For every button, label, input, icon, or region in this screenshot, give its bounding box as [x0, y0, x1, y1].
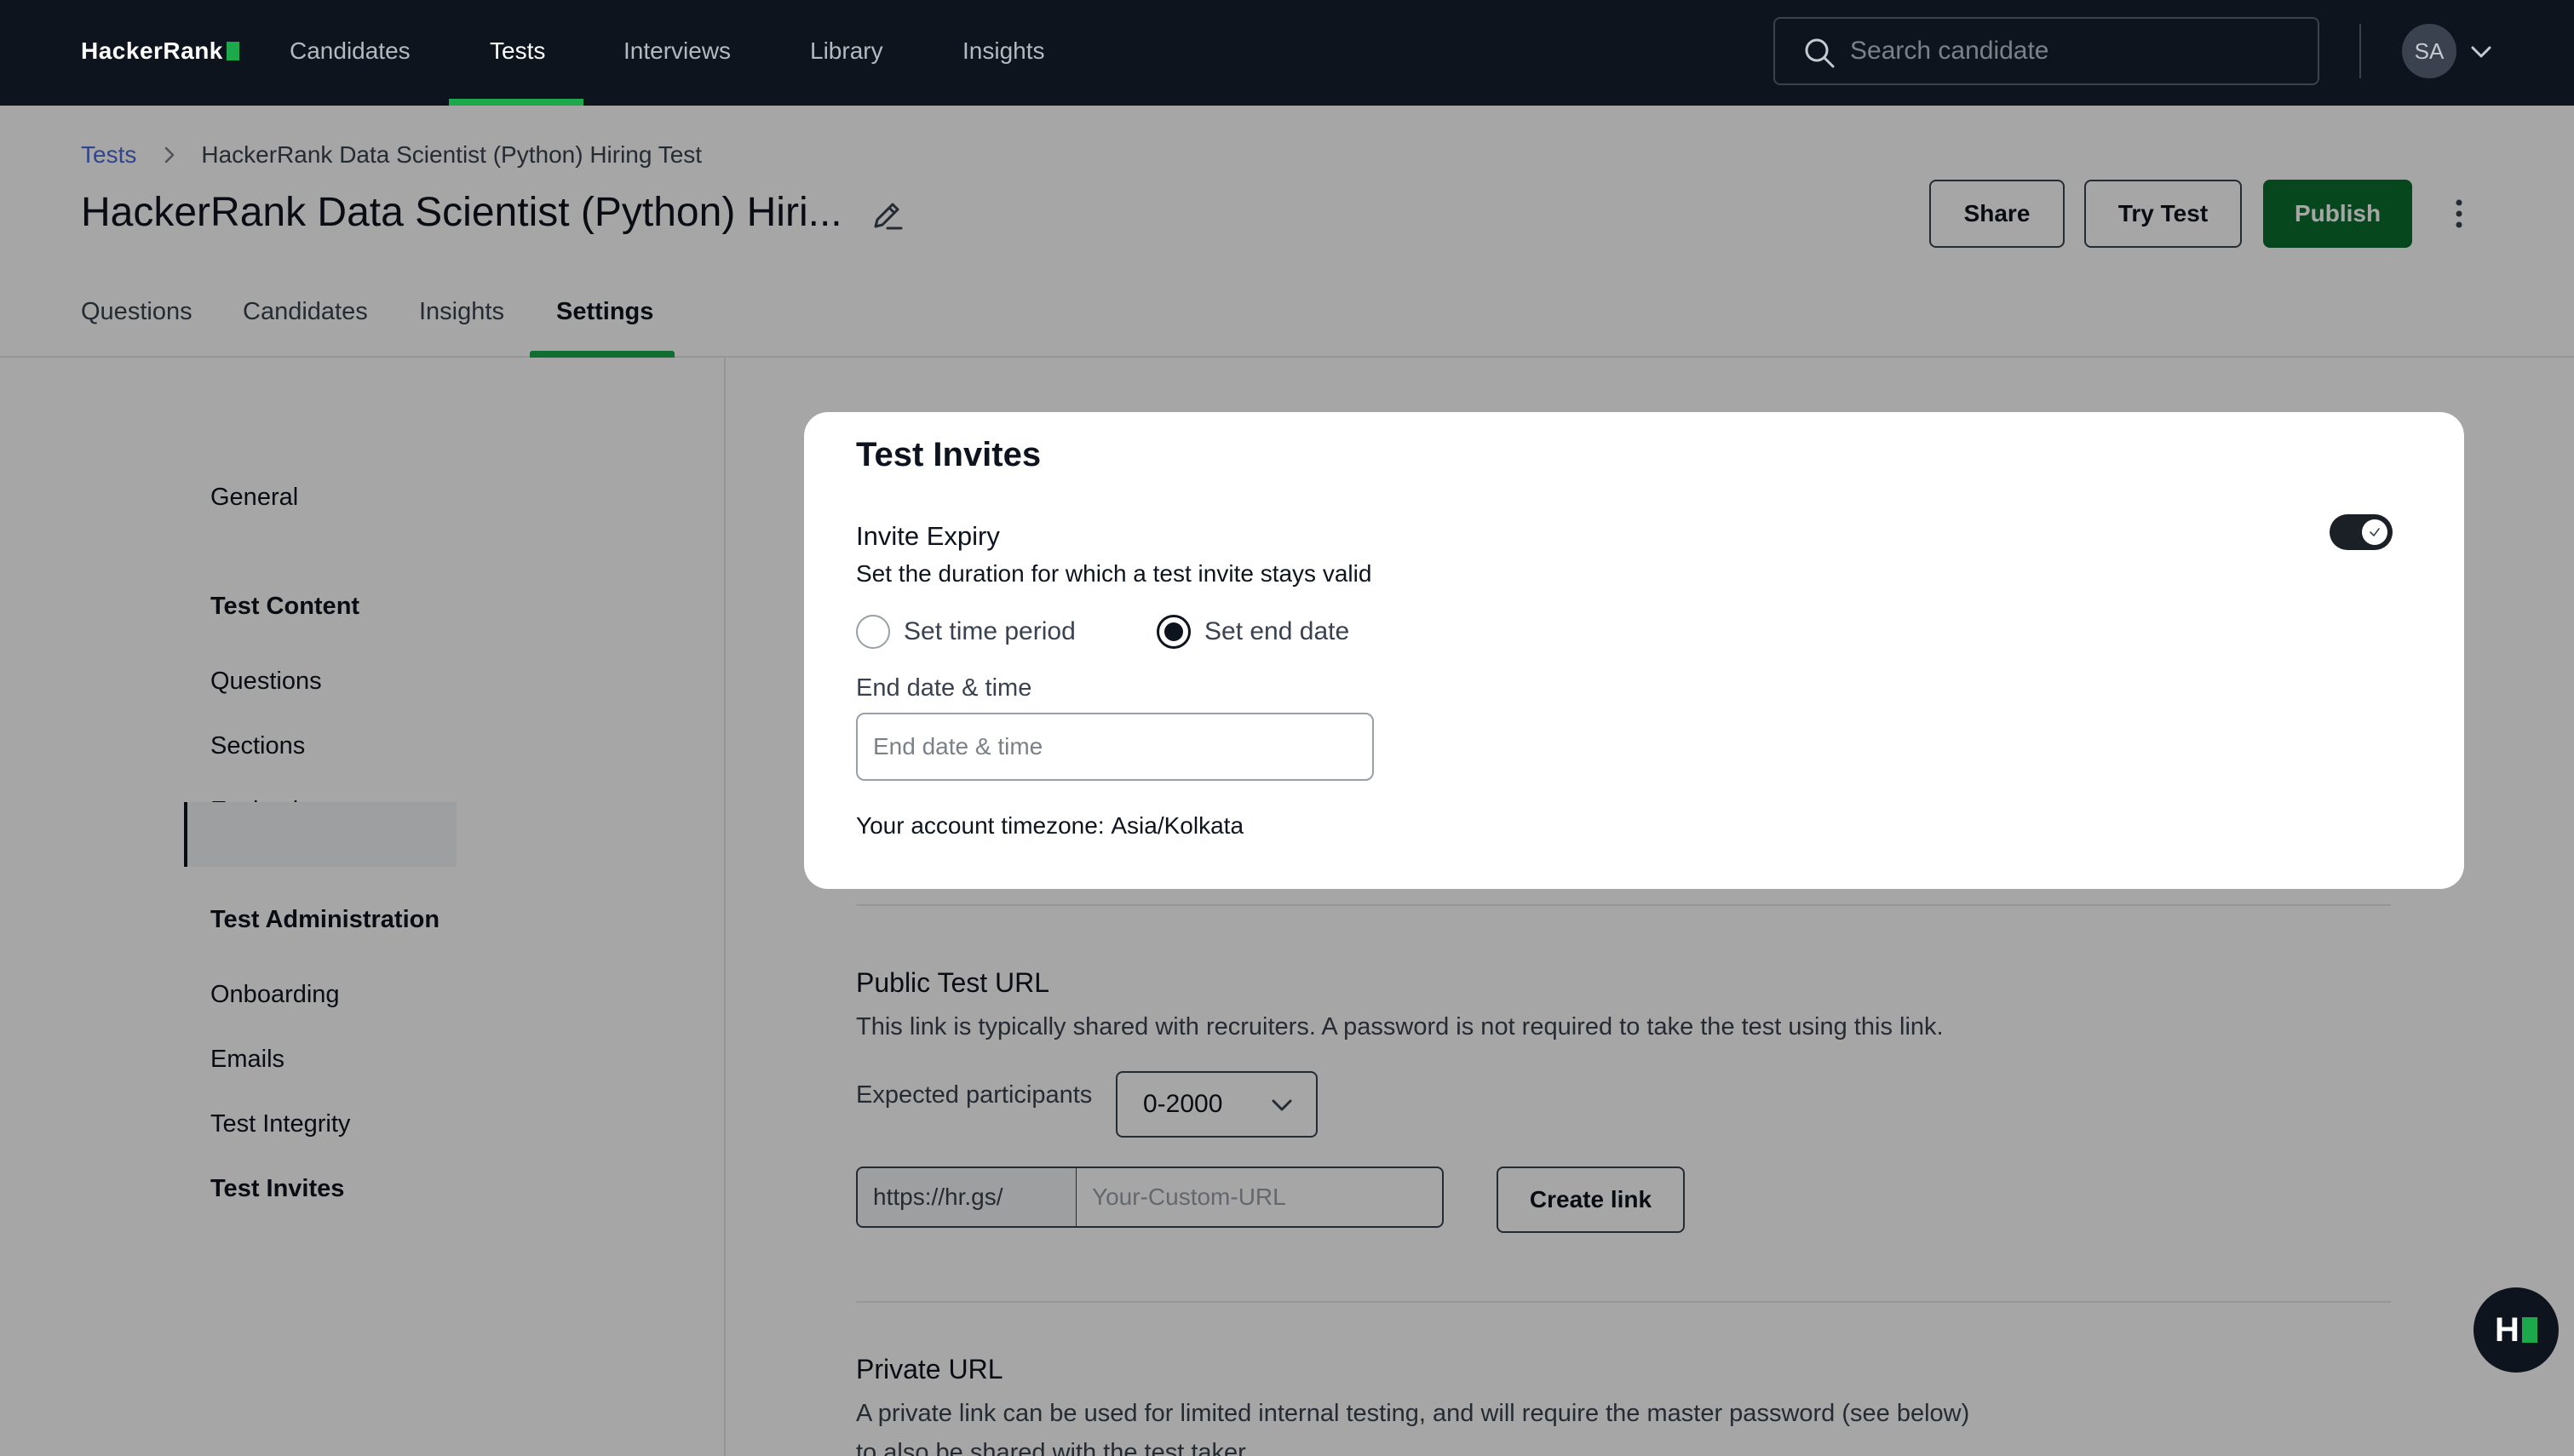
nav-candidates[interactable]: Candidates	[290, 37, 411, 65]
chevron-down-icon[interactable]	[2467, 37, 2496, 66]
top-nav: HackerRank Candidates Tests Interviews L…	[0, 0, 2574, 106]
radio-set-time-period[interactable]: Set time period	[856, 615, 1076, 649]
invite-expiry-toggle[interactable]	[2330, 514, 2393, 550]
hackerrank-logo[interactable]: HackerRank	[81, 37, 239, 65]
search-icon	[1805, 38, 1835, 68]
logo-text: HackerRank	[81, 37, 223, 64]
logo-square	[226, 42, 239, 60]
nav-library[interactable]: Library	[810, 37, 883, 65]
nav-divider	[2359, 24, 2361, 78]
invite-expiry-label: Invite Expiry	[856, 521, 1000, 551]
timezone-text: Your account timezone: Asia/Kolkata	[856, 812, 1244, 840]
nav-interviews[interactable]: Interviews	[623, 37, 731, 65]
nav-active-indicator	[449, 99, 583, 106]
search-input[interactable]	[1850, 19, 2293, 83]
test-invites-title: Test Invites	[856, 436, 1042, 473]
nav-insights[interactable]: Insights	[962, 37, 1045, 65]
timezone-value: Asia/Kolkata	[1111, 812, 1244, 839]
radio-label: Set end date	[1204, 617, 1350, 645]
help-logo-letter: H	[2495, 1310, 2519, 1349]
toggle-knob	[2362, 519, 2387, 545]
radio-set-end-date[interactable]: Set end date	[1157, 615, 1349, 649]
end-date-label: End date & time	[856, 674, 1032, 702]
search-box	[1773, 17, 2319, 85]
end-date-input[interactable]	[856, 713, 1374, 781]
test-invites-card: Test Invites Invite Expiry Set the durat…	[804, 412, 2464, 889]
check-icon	[2370, 528, 2380, 536]
radio-label: Set time period	[904, 617, 1076, 645]
help-button[interactable]: H	[2473, 1287, 2559, 1373]
nav-tests[interactable]: Tests	[490, 37, 545, 65]
radio-circle-checked[interactable]	[1157, 615, 1191, 649]
avatar[interactable]: SA	[2402, 24, 2456, 78]
timezone-label: Your account timezone:	[856, 812, 1105, 839]
help-logo-square	[2521, 1317, 2537, 1343]
invite-expiry-description: Set the duration for which a test invite…	[856, 560, 1372, 587]
radio-circle[interactable]	[856, 615, 890, 649]
